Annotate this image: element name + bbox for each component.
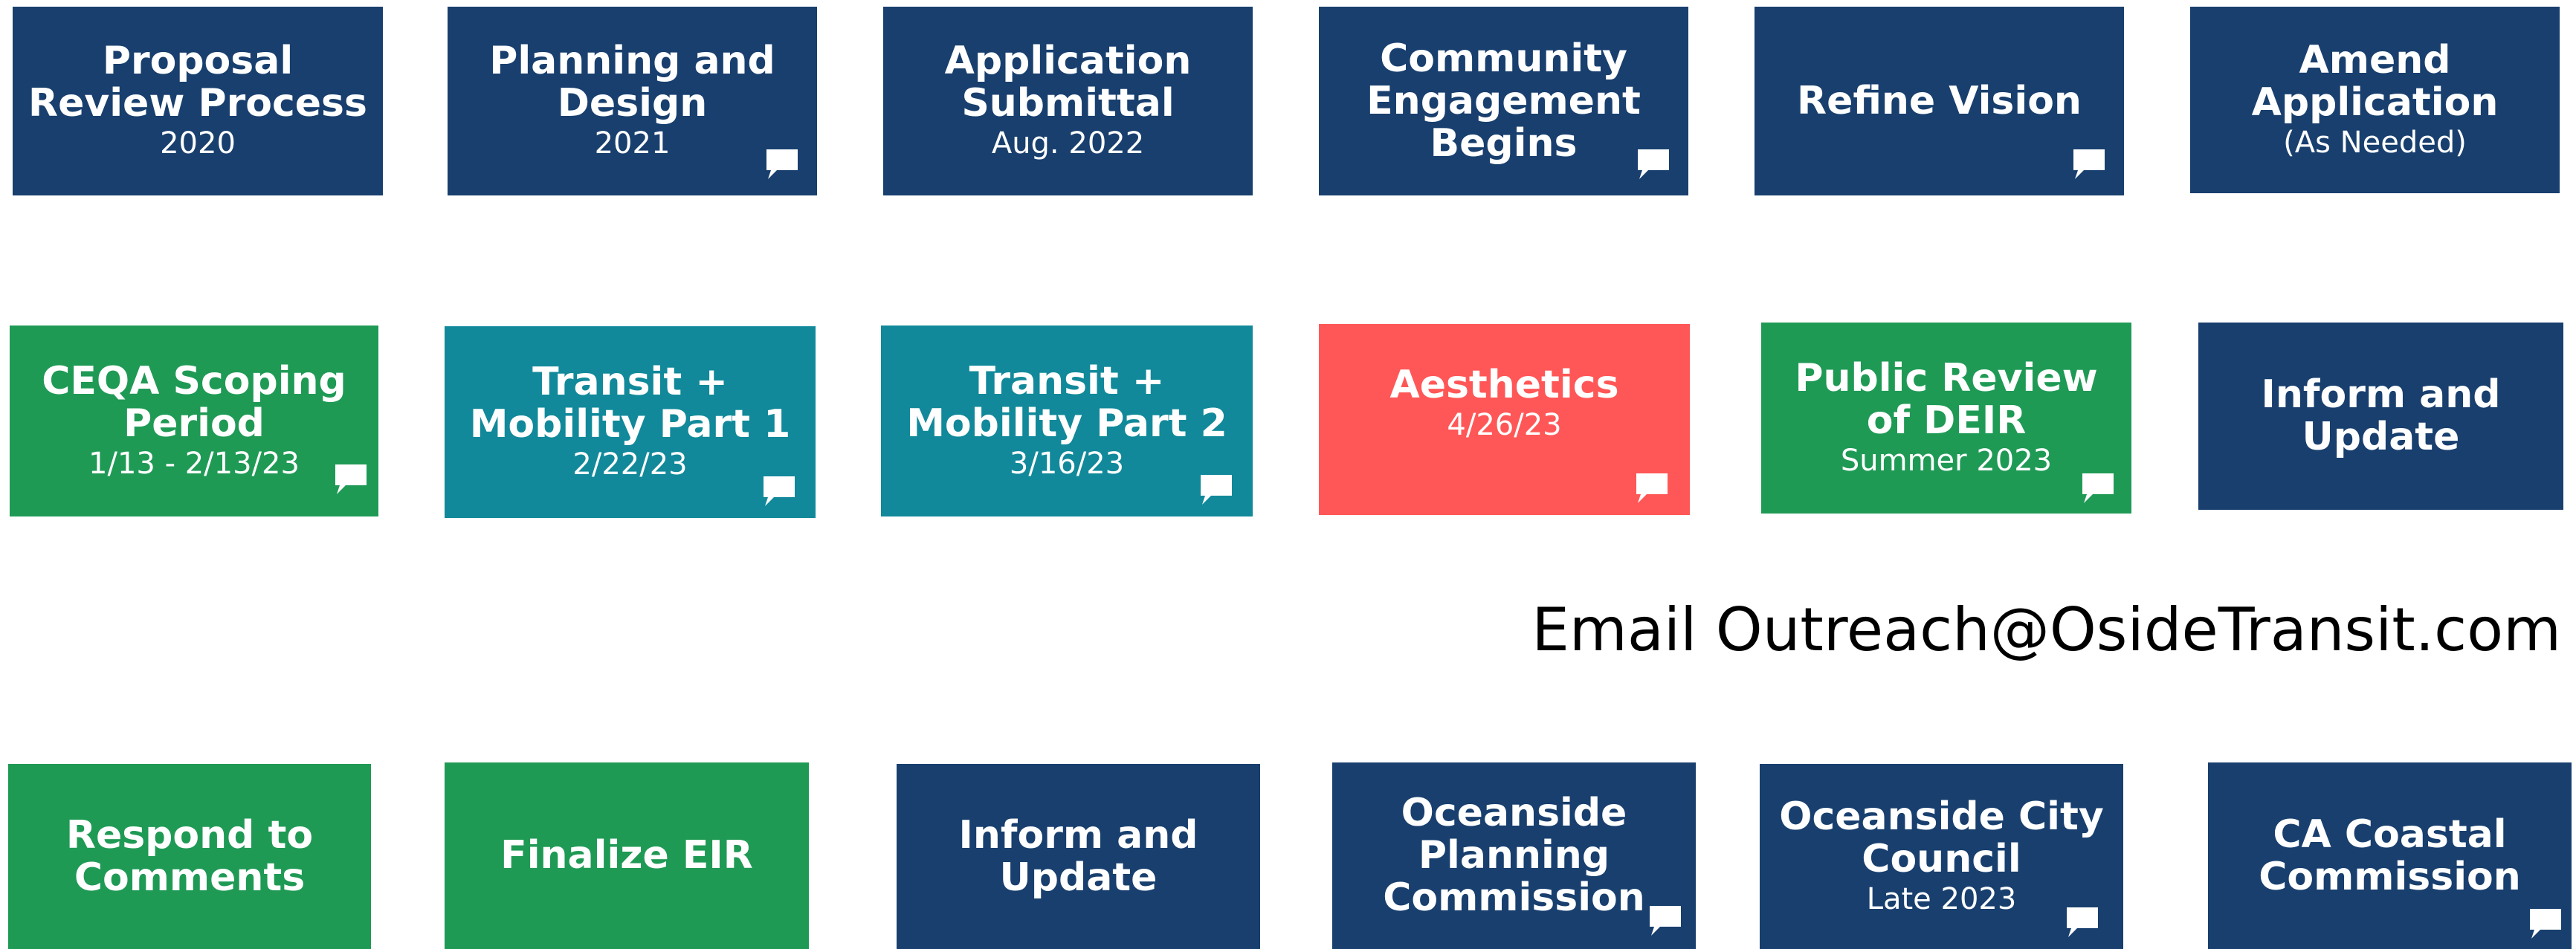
step-title: Refine Vision — [1797, 78, 2082, 123]
step-ceqa-scoping-period: CEQA Scoping Period 1/13 - 2/13/23 — [10, 325, 378, 516]
step-title: Oceanside Planning Commission — [1383, 791, 1645, 920]
speech-bubble-icon — [2081, 472, 2115, 505]
step-title: Oceanside City Council — [1779, 794, 2104, 881]
step-title: Planning and Design — [489, 39, 775, 126]
step-proposal-review-process: Proposal Review Process 2020 — [13, 7, 383, 195]
step-title: CA Coastal Commission — [2259, 812, 2521, 899]
speech-bubble-icon — [1199, 473, 1233, 506]
step-ca-coastal-commission: CA Coastal Commission — [2208, 762, 2572, 949]
step-title: Finalize EIR — [500, 833, 753, 878]
step-title: Aesthetics — [1389, 363, 1619, 407]
contact-email: Email Outreach@OsideTransit.com — [1531, 595, 2561, 664]
speech-bubble-icon — [765, 148, 799, 181]
step-title: Inform and Update — [2261, 372, 2501, 459]
step-title: CEQA Scoping Period — [42, 358, 346, 446]
step-title: Amend Application — [2251, 37, 2499, 125]
step-date: 4/26/23 — [1447, 408, 1562, 442]
speech-bubble-icon — [2072, 148, 2106, 181]
step-public-review-of-deir: Public Review of DEIR Summer 2023 — [1761, 323, 2131, 514]
step-inform-and-update-2: Inform and Update — [897, 764, 1260, 949]
step-oceanside-planning-commission: Oceanside Planning Commission — [1332, 762, 1696, 949]
step-finalize-eir: Finalize EIR — [445, 762, 809, 949]
step-oceanside-city-council: Oceanside City Council Late 2023 — [1760, 764, 2123, 949]
step-amend-application: Amend Application (As Needed) — [2190, 7, 2560, 193]
step-date: 2020 — [160, 126, 236, 161]
step-inform-and-update: Inform and Update — [2198, 323, 2563, 510]
speech-bubble-icon — [334, 463, 368, 496]
step-respond-to-comments: Respond to Comments — [8, 764, 371, 949]
step-date: Summer 2023 — [1840, 443, 2053, 478]
step-community-engagement-begins: Community Engagement Begins — [1319, 7, 1688, 195]
step-title: Application Submittal — [944, 39, 1192, 126]
step-title: Community Engagement Begins — [1366, 36, 1641, 166]
step-note: (As Needed) — [2283, 125, 2467, 160]
step-refine-vision: Refine Vision — [1755, 7, 2124, 195]
speech-bubble-icon — [2528, 907, 2563, 940]
speech-bubble-icon — [1636, 148, 1670, 181]
step-date: Aug. 2022 — [991, 126, 1145, 161]
step-title: Respond to Comments — [65, 812, 314, 900]
step-planning-and-design: Planning and Design 2021 — [448, 7, 817, 195]
step-date: 2021 — [594, 126, 671, 161]
step-title: Proposal Review Process — [28, 39, 367, 126]
step-transit-mobility-part-2: Transit + Mobility Part 2 3/16/23 — [881, 325, 1253, 516]
step-date: 3/16/23 — [1009, 446, 1125, 481]
step-title: Transit + Mobility Part 1 — [469, 360, 791, 447]
step-application-submittal: Application Submittal Aug. 2022 — [883, 7, 1253, 195]
step-date: 1/13 - 2/13/23 — [88, 446, 300, 481]
speech-bubble-icon — [1635, 472, 1669, 505]
step-transit-mobility-part-1: Transit + Mobility Part 1 2/22/23 — [445, 326, 816, 518]
step-title: Transit + Mobility Part 2 — [906, 358, 1227, 446]
step-title: Inform and Update — [958, 812, 1198, 900]
step-date: Late 2023 — [1866, 881, 2017, 916]
speech-bubble-icon — [2065, 906, 2099, 939]
speech-bubble-icon — [762, 475, 796, 508]
step-date: 2/22/23 — [572, 447, 688, 482]
step-title: Public Review of DEIR — [1795, 355, 2098, 443]
speech-bubble-icon — [1648, 904, 1682, 937]
step-aesthetics: Aesthetics 4/26/23 — [1319, 324, 1690, 515]
